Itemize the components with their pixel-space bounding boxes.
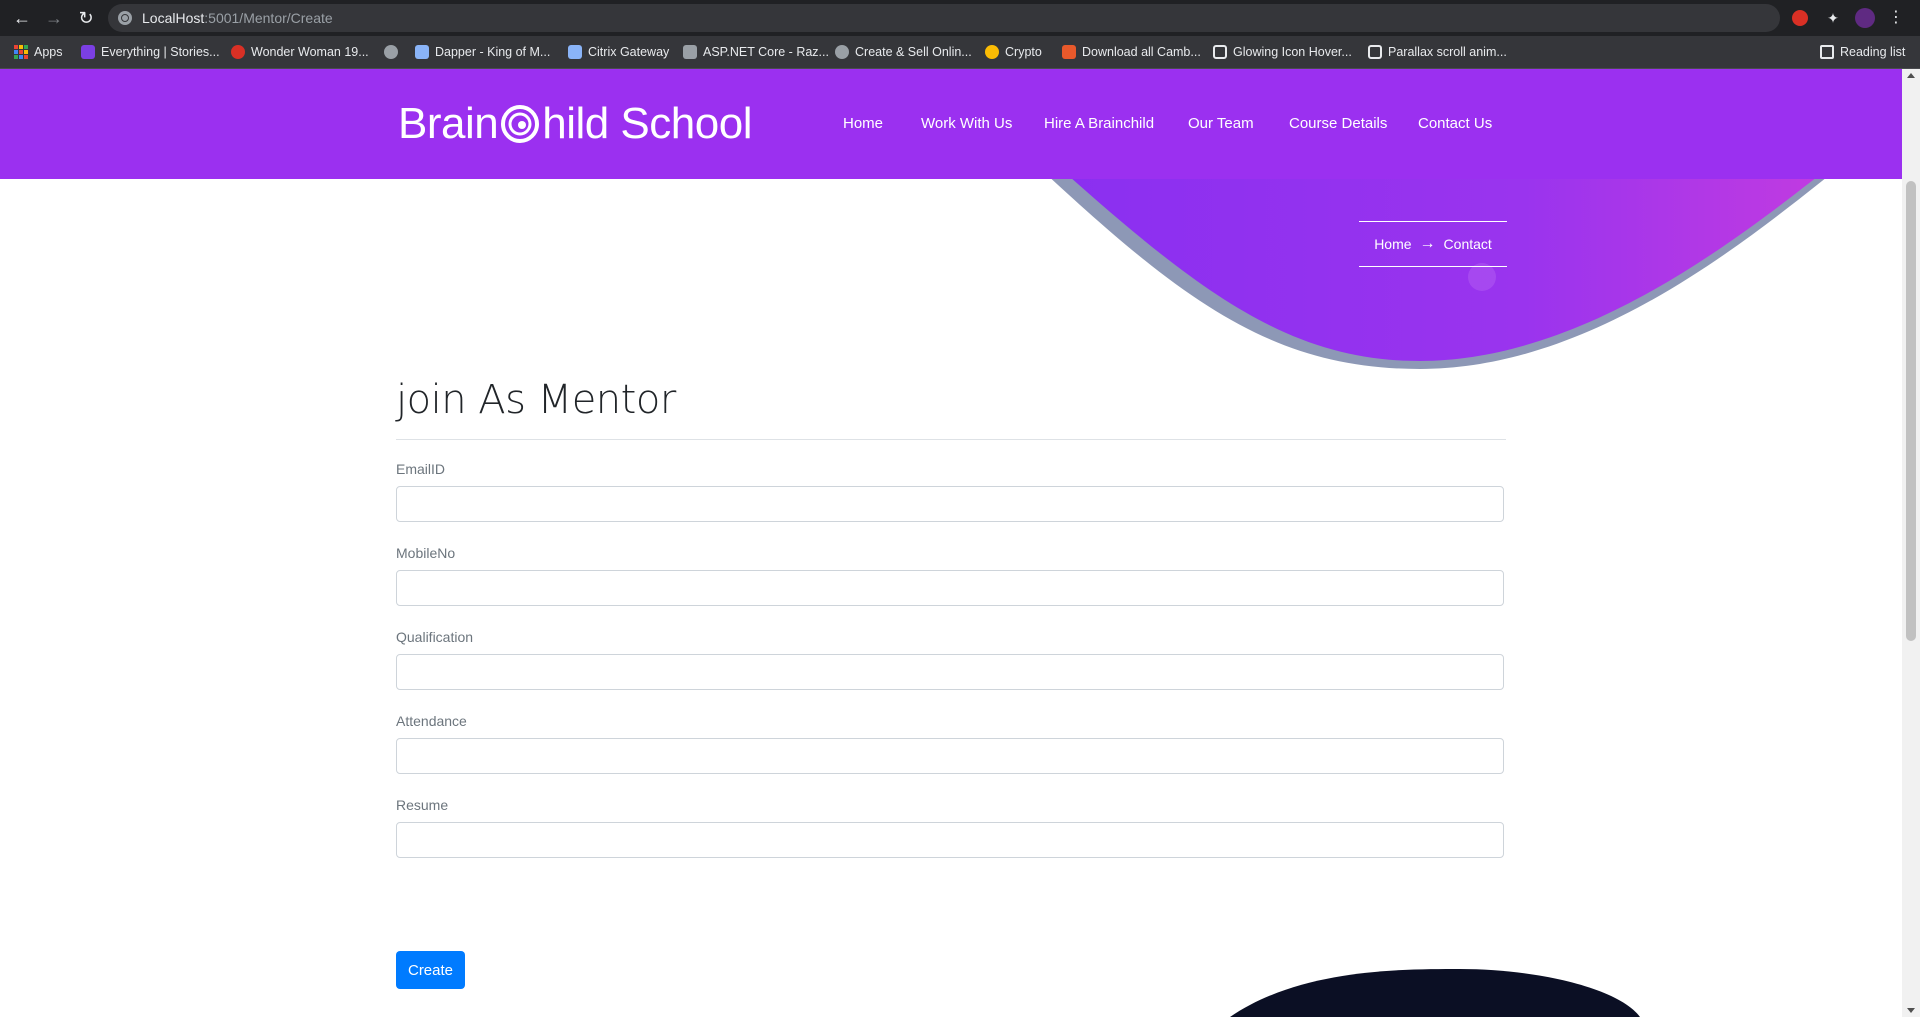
resume-label: Resume [396, 797, 449, 813]
globe-icon [835, 45, 849, 59]
reading-list-label: Reading list [1840, 45, 1906, 59]
menu-kebab-icon[interactable]: ⋮ [1886, 8, 1906, 28]
bookmark-item[interactable]: Citrix Gateway [568, 43, 669, 61]
title-divider [396, 439, 1506, 440]
citrix-icon [568, 45, 582, 59]
dapper-icon [415, 45, 429, 59]
breadcrumb-current: Contact [1443, 236, 1492, 252]
reading-list-button[interactable]: Reading list [1820, 43, 1905, 61]
stories-icon [81, 45, 95, 59]
page-title: join As Mentor [396, 377, 676, 423]
scrollbar-thumb[interactable] [1906, 181, 1916, 641]
url-host: LocalHost [142, 10, 205, 26]
bookmark-label: Dapper - King of M... [435, 45, 551, 59]
extensions-puzzle-icon[interactable]: ✦ [1823, 8, 1843, 28]
download-icon [1062, 45, 1076, 59]
site-header: Brain hild School Home Work With Us Hire… [0, 69, 1902, 179]
url-text: LocalHost:5001/Mentor/Create [142, 10, 333, 26]
logo-text-brain: Brain [398, 99, 499, 148]
browser-toolbar: ← → ↻ LocalHost:5001/Mentor/Create ✦ ⋮ [0, 0, 1920, 36]
resume-field[interactable] [396, 822, 1504, 858]
bookmark-label: ASP.NET Core - Raz... [703, 45, 829, 59]
codepen-icon [1368, 45, 1382, 59]
attendance-field[interactable] [396, 738, 1504, 774]
attendance-label: Attendance [396, 713, 467, 729]
forward-arrow-icon[interactable]: → [42, 6, 66, 30]
crypto-icon [985, 45, 999, 59]
nav-work-with-us[interactable]: Work With Us [921, 115, 1012, 132]
email-field[interactable] [396, 486, 1504, 522]
nav-home[interactable]: Home [843, 115, 883, 132]
breadcrumb: Home → Contact [1359, 221, 1507, 267]
bookmark-label: Glowing Icon Hover... [1233, 45, 1352, 59]
bookmark-label: Everything | Stories... [101, 45, 220, 59]
nav-course-details[interactable]: Course Details [1289, 115, 1387, 132]
url-path: :5001/Mentor/Create [204, 10, 333, 26]
bookmark-label: Crypto [1005, 45, 1042, 59]
site-info-icon[interactable] [118, 11, 132, 25]
scroll-up-icon[interactable] [1907, 73, 1915, 78]
bookmark-label: Apps [34, 45, 63, 59]
aspnet-icon [683, 45, 697, 59]
mobile-field[interactable] [396, 570, 1504, 606]
qualification-field[interactable] [396, 654, 1504, 690]
profile-avatar-icon[interactable] [1855, 8, 1875, 28]
reload-icon[interactable]: ↻ [74, 6, 98, 30]
nav-contact-us[interactable]: Contact Us [1418, 115, 1492, 132]
nav-our-team[interactable]: Our Team [1188, 115, 1254, 132]
bookmark-apps[interactable]: Apps [14, 43, 63, 61]
arrow-right-icon: → [1419, 235, 1436, 252]
globe-icon [384, 45, 398, 59]
create-button[interactable]: Create [396, 951, 465, 989]
codepen-icon [1213, 45, 1227, 59]
footer-blob-decoration [1230, 969, 1640, 1017]
logo-swirl-icon [501, 105, 540, 143]
bookmark-label: Citrix Gateway [588, 45, 670, 59]
reading-list-icon [1820, 45, 1834, 59]
bookmark-label: Wonder Woman 19... [251, 45, 369, 59]
bookmarks-bar: Apps Everything | Stories... Wonder Woma… [0, 36, 1920, 69]
bookmark-item[interactable] [384, 43, 398, 61]
bookmark-item[interactable]: Everything | Stories... [81, 43, 220, 61]
bookmark-label: Download all Camb... [1082, 45, 1201, 59]
address-bar[interactable]: LocalHost:5001/Mentor/Create [108, 4, 1780, 32]
wonder-woman-icon [231, 45, 245, 59]
bookmark-item[interactable]: Dapper - King of M... [415, 43, 550, 61]
mentor-form: join As Mentor EmailID MobileNo Qualific… [396, 377, 1506, 989]
nav-hire-a-brainchild[interactable]: Hire A Brainchild [1044, 115, 1154, 132]
logo-text-child-school: hild School [542, 99, 752, 148]
bookmark-item[interactable]: Download all Camb... [1062, 43, 1201, 61]
bookmark-item[interactable]: Glowing Icon Hover... [1213, 43, 1352, 61]
scroll-down-icon[interactable] [1907, 1008, 1915, 1013]
bookmark-item[interactable]: ASP.NET Core - Raz... [683, 43, 829, 61]
bookmark-label: Parallax scroll anim... [1388, 45, 1507, 59]
mobile-label: MobileNo [396, 545, 456, 561]
bookmark-item[interactable]: Parallax scroll anim... [1368, 43, 1507, 61]
extension-stop-icon[interactable] [1792, 10, 1808, 26]
bookmark-item[interactable]: Crypto [985, 43, 1042, 61]
qualification-label: Qualification [396, 629, 474, 645]
bookmark-label: Create & Sell Onlin... [855, 45, 972, 59]
back-arrow-icon[interactable]: ← [10, 6, 34, 30]
email-label: EmailID [396, 461, 446, 477]
page-viewport: Brain hild School Home Work With Us Hire… [0, 69, 1902, 1017]
bookmark-item[interactable]: Wonder Woman 19... [231, 43, 369, 61]
apps-grid-icon [14, 45, 28, 59]
page-scrollbar[interactable] [1902, 69, 1920, 1017]
brainchild-logo[interactable]: Brain hild School [398, 99, 752, 149]
breadcrumb-home-link[interactable]: Home [1374, 236, 1411, 252]
bookmark-item[interactable]: Create & Sell Onlin... [835, 43, 972, 61]
